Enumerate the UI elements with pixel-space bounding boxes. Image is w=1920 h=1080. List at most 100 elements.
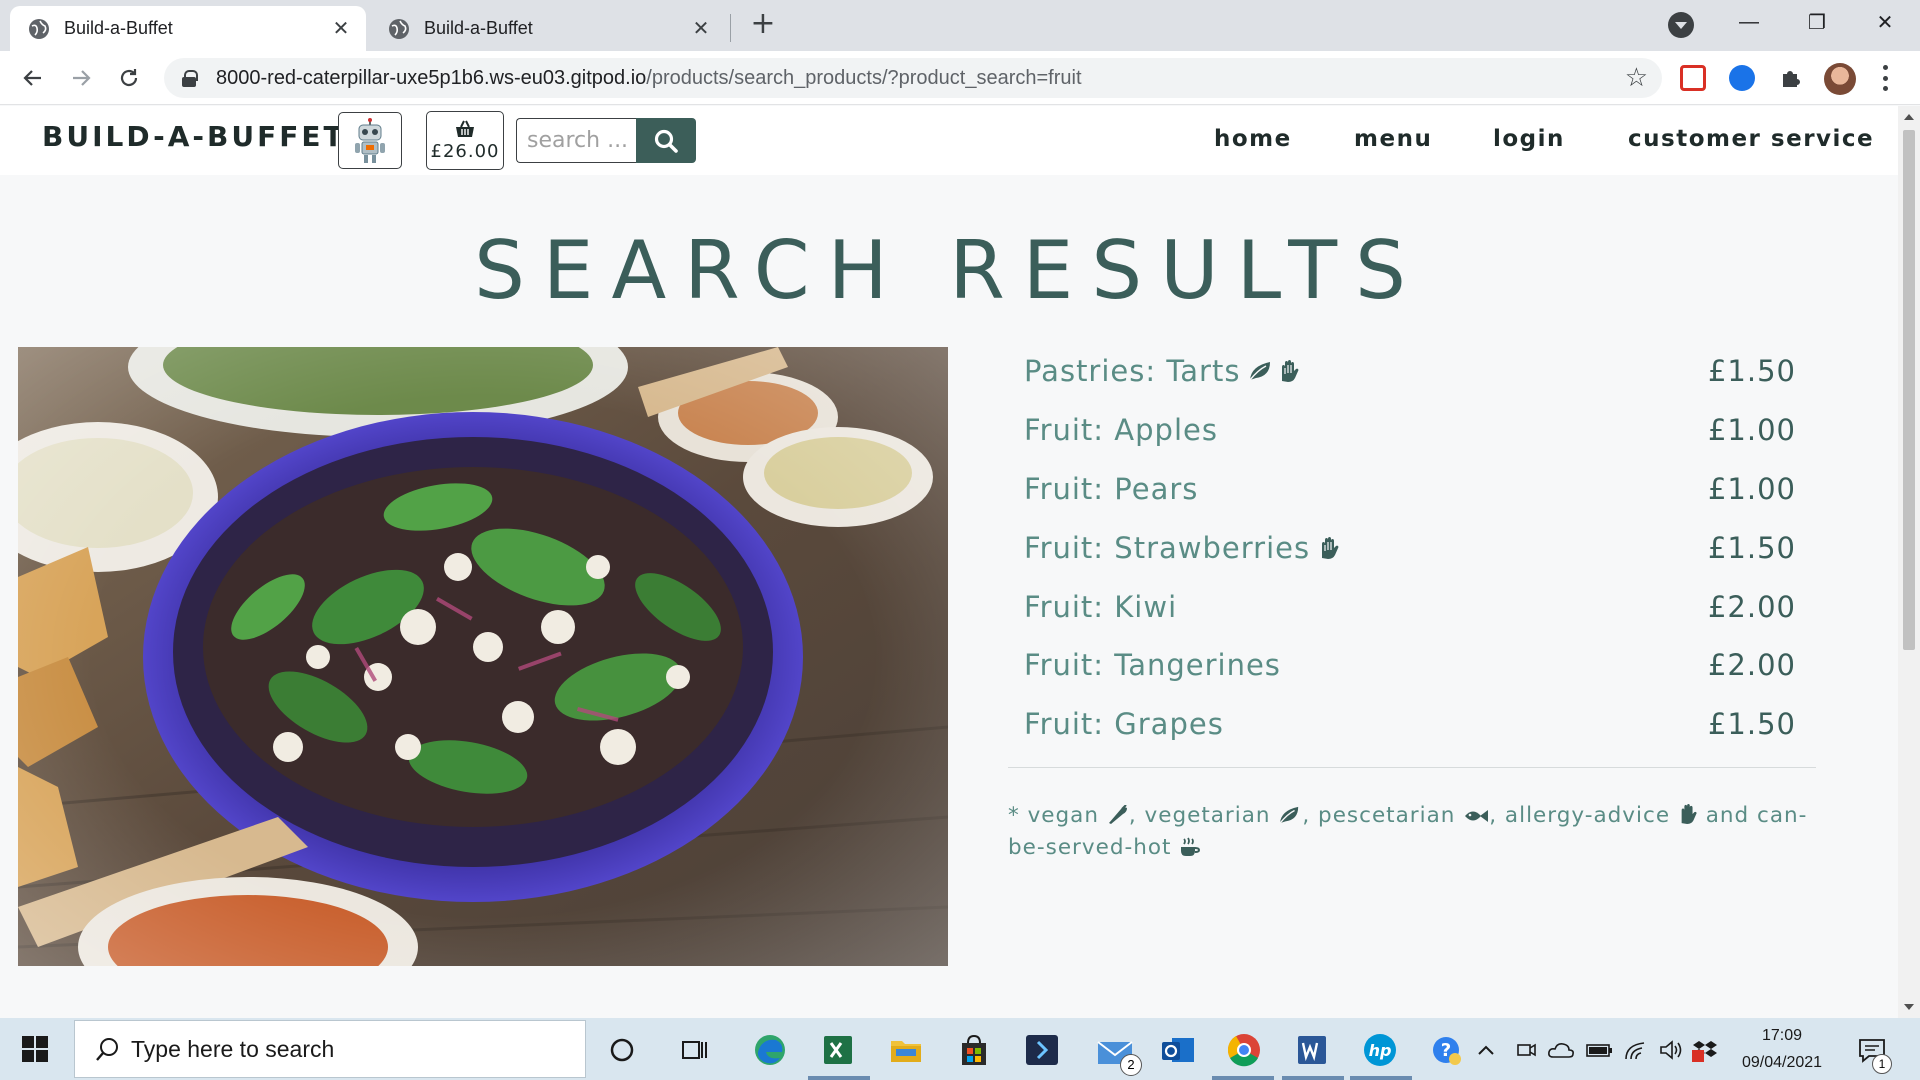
basket-button[interactable]: £26.00: [426, 111, 504, 170]
pocket-extension-icon[interactable]: [1680, 65, 1706, 91]
allergy-advice-icon: [1282, 360, 1299, 383]
result-name: Fruit: Grapes: [1024, 707, 1224, 742]
nav-customer-service[interactable]: customer service: [1628, 126, 1874, 152]
onedrive-icon[interactable]: [1546, 1032, 1576, 1068]
results-divider: [1008, 767, 1816, 768]
browser-tab-active[interactable]: Build-a-Buffet ✕: [10, 6, 366, 51]
site-header: BUILD-A-BUFFET £26.00 search ... home me…: [0, 106, 1898, 175]
search-button[interactable]: [636, 118, 696, 163]
result-row[interactable]: Pastries: Tarts £1.50: [1024, 342, 1796, 401]
scroll-thumb[interactable]: [1903, 130, 1915, 650]
chrome-active-indicator: [1212, 1076, 1274, 1080]
search-icon: [96, 1038, 118, 1061]
scroll-up-arrow[interactable]: [1904, 114, 1914, 120]
shield-extension-icon[interactable]: [1729, 65, 1755, 91]
result-price: £2.00: [1707, 648, 1796, 683]
url-text: 8000-red-caterpillar-uxe5p1b6.ws-eu03.gi…: [216, 66, 1082, 89]
wifi-icon[interactable]: [1622, 1032, 1652, 1068]
restore-button[interactable]: ❐: [1784, 0, 1850, 44]
result-row[interactable]: Fruit: Pears £1.00: [1024, 460, 1796, 519]
scroll-down-arrow[interactable]: [1904, 1004, 1914, 1010]
minimize-button[interactable]: —: [1716, 0, 1782, 44]
notification-count: 1: [1872, 1054, 1892, 1074]
robot-button[interactable]: [338, 112, 402, 169]
dietary-legend: * vegan , vegetarian , pescetarian , all…: [1008, 803, 1808, 860]
help-icon[interactable]: ?: [1428, 1032, 1464, 1068]
tab-title: Build-a-Buffet: [64, 18, 173, 38]
result-row[interactable]: Fruit: Strawberries £1.50: [1024, 518, 1796, 577]
reload-icon[interactable]: [114, 63, 144, 93]
back-icon[interactable]: [18, 63, 48, 93]
result-name: Fruit: Strawberries: [1024, 530, 1311, 565]
volume-icon[interactable]: [1656, 1032, 1686, 1068]
store-icon[interactable]: [956, 1032, 992, 1068]
hero-salad-image: [18, 347, 948, 966]
dropbox-icon[interactable]: [1690, 1032, 1720, 1068]
result-row[interactable]: Fruit: Apples £1.00: [1024, 401, 1796, 460]
site-brand[interactable]: BUILD-A-BUFFET: [42, 120, 346, 153]
nav-menu[interactable]: menu: [1354, 126, 1432, 152]
show-hidden-icons-chevron[interactable]: [1474, 1032, 1498, 1068]
extensions-puzzle-icon[interactable]: [1778, 65, 1804, 91]
profile-avatar[interactable]: [1824, 63, 1856, 95]
browser-tab-bar: Build-a-Buffet ✕ Build-a-Buffet ✕ + — ❐ …: [0, 0, 1920, 51]
chrome-icon[interactable]: [1226, 1032, 1262, 1068]
edge-icon[interactable]: [752, 1032, 788, 1068]
hp-active-indicator: [1350, 1076, 1412, 1080]
mail-icon[interactable]: 2: [1092, 1032, 1142, 1076]
vegan-icon: [1108, 805, 1127, 824]
tab-close-icon[interactable]: ✕: [330, 18, 352, 40]
clock-date[interactable]: 09/04/2021: [1726, 1054, 1838, 1072]
close-window-button[interactable]: ✕: [1852, 0, 1918, 44]
result-price: £1.50: [1707, 354, 1796, 389]
mail-badge: 2: [1120, 1054, 1142, 1076]
basket-total: £26.00: [430, 140, 500, 162]
forward-icon[interactable]: [66, 63, 96, 93]
result-name: Pastries: Tarts: [1024, 354, 1241, 389]
svg-text:hp: hp: [1369, 1041, 1392, 1060]
taskbar-search-box[interactable]: Type here to search: [74, 1020, 586, 1078]
address-bar[interactable]: 8000-red-caterpillar-uxe5p1b6.ws-eu03.gi…: [164, 58, 1662, 98]
new-tab-button[interactable]: +: [748, 9, 778, 40]
browser-menu-icon[interactable]: [1882, 65, 1888, 91]
tab-close-icon[interactable]: ✕: [690, 18, 712, 40]
tab-search-button[interactable]: [1668, 12, 1694, 38]
result-price: £1.50: [1707, 530, 1796, 565]
fish-icon: [1465, 810, 1489, 822]
globe-icon: [389, 18, 409, 39]
notifications-icon[interactable]: 1: [1854, 1032, 1892, 1074]
clock-time[interactable]: 17:09: [1726, 1027, 1838, 1045]
excel-active-indicator: [808, 1076, 870, 1080]
result-price: £1.00: [1707, 471, 1796, 506]
windows-start-icon[interactable]: [22, 1036, 48, 1062]
result-price: £1.50: [1707, 707, 1796, 742]
powershell-icon[interactable]: [1024, 1032, 1060, 1068]
cortana-icon[interactable]: [604, 1032, 640, 1068]
word-icon[interactable]: [1294, 1032, 1330, 1068]
product-search-input[interactable]: [516, 118, 638, 163]
result-row[interactable]: Fruit: Tangerines £2.00: [1024, 636, 1796, 695]
nav-home[interactable]: home: [1214, 126, 1292, 152]
result-row[interactable]: Fruit: Grapes £1.50: [1024, 695, 1796, 754]
allergy-advice-icon: [1322, 536, 1339, 559]
excel-icon[interactable]: [820, 1032, 856, 1068]
nav-login[interactable]: login: [1493, 126, 1565, 152]
browser-tab[interactable]: Build-a-Buffet ✕: [370, 6, 726, 51]
result-name: Fruit: Tangerines: [1024, 648, 1281, 683]
hp-icon[interactable]: hp: [1362, 1032, 1398, 1068]
result-price: £2.00: [1707, 589, 1796, 624]
outlook-icon[interactable]: [1160, 1032, 1196, 1068]
meet-now-icon[interactable]: [1514, 1032, 1538, 1068]
lock-icon: [182, 70, 198, 87]
result-name: Fruit: Kiwi: [1024, 589, 1178, 624]
page-viewport: BUILD-A-BUFFET £26.00 search ... home me…: [0, 106, 1898, 1018]
globe-icon: [29, 18, 49, 39]
search-icon: [654, 129, 678, 153]
page-title: SEARCH RESULTS: [474, 224, 1424, 317]
battery-icon[interactable]: [1584, 1032, 1614, 1068]
page-scrollbar[interactable]: [1898, 106, 1920, 1018]
result-row[interactable]: Fruit: Kiwi £2.00: [1024, 577, 1796, 636]
bookmark-star-icon[interactable]: ☆: [1625, 63, 1648, 93]
task-view-icon[interactable]: [676, 1032, 712, 1068]
file-explorer-icon[interactable]: [888, 1032, 924, 1068]
